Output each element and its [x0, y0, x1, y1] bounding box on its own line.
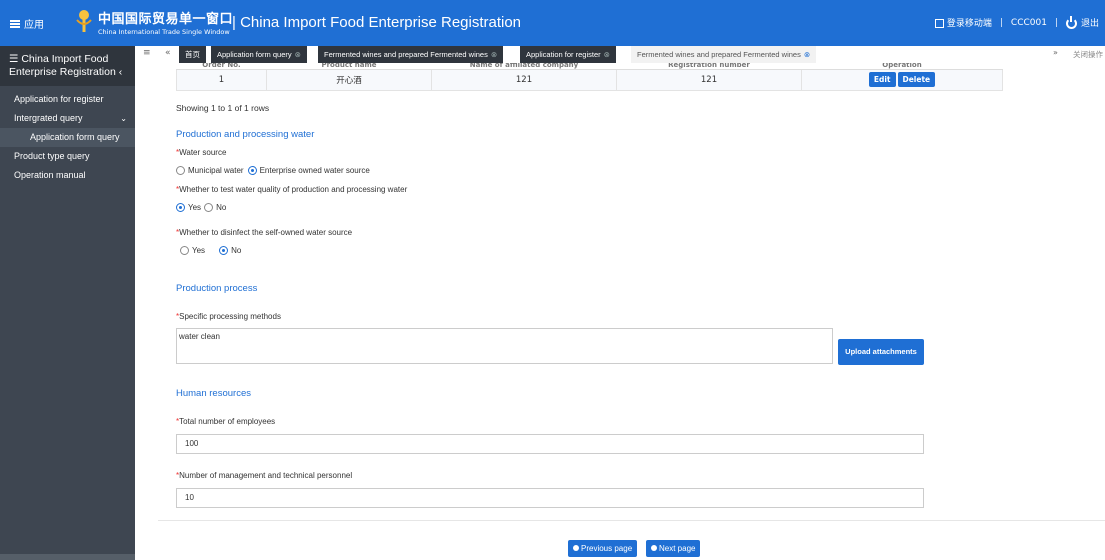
radio-disinfect-yes[interactable]: [180, 246, 189, 255]
power-icon: [1065, 16, 1077, 29]
radio-test-yes[interactable]: [176, 203, 185, 212]
scroll-right-icon[interactable]: »: [1053, 48, 1058, 57]
header-separator: |: [999, 17, 1003, 28]
radio-municipal-water[interactable]: [176, 166, 185, 175]
tab-home[interactable]: 首页: [179, 46, 206, 63]
sidebar: ☰ China Import Food Enterprise Registrat…: [0, 46, 135, 560]
user-name[interactable]: CCC001: [1011, 18, 1047, 28]
next-page-button[interactable]: Next page: [646, 540, 701, 557]
cell-product: 开心酒: [266, 68, 432, 92]
water-source-label: *Water source: [176, 148, 227, 157]
prev-icon: [573, 544, 579, 551]
previous-page-button[interactable]: Previous page: [568, 540, 638, 557]
cell-company: 121: [431, 68, 617, 92]
app-menu-button[interactable]: 应用: [10, 16, 44, 31]
employees-input[interactable]: 100: [176, 434, 924, 454]
hamburger-icon[interactable]: ≡: [143, 48, 151, 58]
close-icon[interactable]: ⊗: [604, 50, 610, 59]
water-test-label: *Whether to test water quality of produc…: [176, 185, 408, 194]
main-content: Order No. Product name Name of affiliate…: [158, 63, 1105, 560]
mgmt-personnel-label: *Number of management and technical pers…: [176, 471, 353, 480]
table-row: 1 开心酒 121 121 Edit Delete: [176, 68, 1003, 92]
edit-button[interactable]: Edit: [868, 72, 896, 88]
pagination-info: Showing 1 to 1 of 1 rows: [176, 103, 270, 113]
single-window-logo-icon: [76, 10, 92, 32]
cell-reg: 121: [616, 68, 802, 92]
close-icon[interactable]: ⊗: [804, 50, 810, 59]
product-table: Order No. Product name Name of affiliate…: [176, 63, 1003, 92]
close-operations-button[interactable]: 关闭操作: [1073, 49, 1103, 60]
mobile-icon: [934, 19, 944, 28]
chevron-left-icon: ‹: [118, 66, 123, 78]
section-water-title: Production and processing water: [176, 129, 315, 140]
divider: [158, 520, 1105, 521]
processing-methods-textarea[interactable]: water clean: [176, 328, 833, 364]
radio-enterprise-owned-water[interactable]: [247, 166, 257, 175]
section-hr-title: Human resources: [176, 388, 251, 399]
water-source-options: Municipal water Enterprise owned water s…: [176, 166, 370, 175]
brand: 中国国际贸易单一窗口 China International Trade Sin…: [98, 8, 233, 36]
close-icon[interactable]: ⊗: [491, 50, 497, 59]
top-header: 应用 中国国际贸易单一窗口 China International Trade …: [0, 0, 1105, 46]
brand-en: China International Trade Single Window: [98, 28, 230, 36]
next-icon: [651, 544, 657, 551]
sidebar-item-operation-manual[interactable]: Operation manual: [0, 166, 135, 185]
cell-operation: Edit Delete: [801, 68, 1003, 92]
close-icon[interactable]: ⊗: [295, 50, 301, 59]
tab-bar: ≡ « 首页 Application form query ⊗ Fermented…: [135, 46, 1105, 63]
cell-order: 1: [176, 68, 267, 92]
section-process-title: Production process: [176, 283, 258, 294]
tab-application-form-query[interactable]: Application form query ⊗: [211, 46, 307, 63]
sidebar-item-intergrated-query[interactable]: Intergrated query ⌄: [0, 109, 135, 128]
disinfect-options: Yes No: [180, 246, 241, 255]
tab-fermented-wines-1[interactable]: Fermented wines and prepared Fermented w…: [318, 46, 504, 63]
brand-cn: 中国国际贸易单一窗口: [98, 12, 234, 27]
sidebar-item-product-type-query[interactable]: Product type query: [0, 147, 135, 166]
sidebar-title[interactable]: ☰ China Import Food Enterprise Registrat…: [0, 46, 135, 86]
chevron-down-icon: ⌄: [120, 114, 127, 123]
radio-test-no[interactable]: [204, 203, 214, 212]
sidebar-title-line1: China Import Food: [21, 53, 109, 65]
tab-application-for-register[interactable]: Application for register ⊗: [520, 46, 616, 63]
logout-button[interactable]: 退出: [1065, 16, 1099, 29]
employees-label: *Total number of employees: [176, 417, 276, 426]
processing-methods-label: *Specific processing methods: [176, 312, 281, 321]
tab-fermented-wines-2[interactable]: Fermented wines and prepared Fermented w…: [631, 46, 817, 63]
sidebar-item-application-form-query[interactable]: Application form query: [0, 128, 135, 147]
app-menu-label: 应用: [24, 20, 44, 31]
sidebar-scrollbar[interactable]: [0, 554, 135, 560]
mobile-login-link[interactable]: 登录移动端: [934, 16, 992, 29]
mgmt-personnel-input[interactable]: 10: [176, 488, 924, 508]
delete-button[interactable]: Delete: [897, 72, 936, 88]
scroll-left-icon[interactable]: «: [165, 48, 171, 58]
water-test-options: Yes No: [176, 203, 226, 212]
menu-icon: [10, 19, 20, 28]
disinfect-label: *Whether to disinfect the self-owned wat…: [176, 228, 353, 237]
app-title: | China Import Food Enterprise Registrat…: [232, 14, 522, 31]
sidebar-item-application-for-register[interactable]: Application for register: [0, 90, 135, 109]
sidebar-title-line2: Enterprise Registration: [9, 66, 116, 78]
header-actions: 登录移动端 | CCC001 | 退出: [934, 16, 1099, 29]
header-separator: |: [1054, 17, 1058, 28]
radio-disinfect-no[interactable]: [219, 246, 229, 255]
upload-attachments-button[interactable]: Upload attachments: [838, 339, 924, 365]
list-icon: ☰: [9, 53, 19, 65]
